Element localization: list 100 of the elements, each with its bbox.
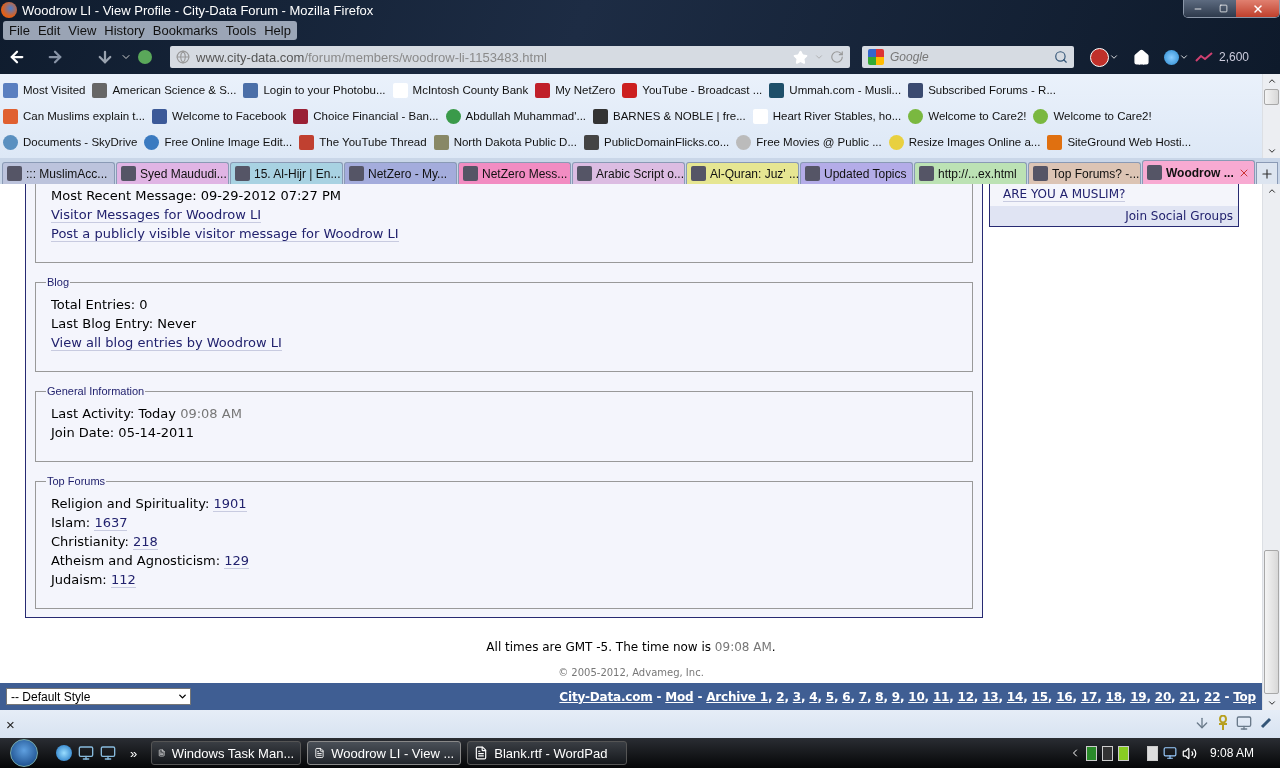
footer-link[interactable]: 19 xyxy=(1130,689,1147,704)
bookmark-item[interactable]: Subscribed Forums - R... xyxy=(908,82,1056,98)
browser-tab[interactable]: Woodrow ... xyxy=(1142,160,1255,184)
bookmark-item[interactable]: PublicDomainFlicks.co... xyxy=(584,134,730,150)
footer-link[interactable]: 16 xyxy=(1056,689,1073,704)
profile-link[interactable]: Visitor Messages for Woodrow LI xyxy=(51,207,262,223)
footer-link[interactable]: Archive 1 xyxy=(706,689,768,704)
minimize-button[interactable] xyxy=(1184,0,1211,17)
footer-link[interactable]: 6 xyxy=(842,689,851,704)
document-icon[interactable] xyxy=(474,746,489,760)
bookmark-star-icon[interactable] xyxy=(793,49,808,65)
tray-icon[interactable] xyxy=(1085,745,1097,761)
browser-tab[interactable]: Updated Topics xyxy=(800,162,913,184)
menu-item[interactable]: Help xyxy=(260,21,295,39)
browser-tab[interactable]: Al-Quran: Juz' ... xyxy=(686,162,799,184)
scroll-up-icon[interactable] xyxy=(1266,76,1277,86)
scrollbar[interactable] xyxy=(1262,74,1280,158)
post-count-link[interactable]: 1901 xyxy=(213,496,247,512)
back-icon[interactable] xyxy=(8,48,26,66)
bookmark-item[interactable]: Most Visited xyxy=(3,82,86,98)
browser-tab[interactable]: http://...ex.html xyxy=(914,162,1027,184)
footer-link[interactable]: 22 xyxy=(1204,689,1221,704)
tray-icon[interactable] xyxy=(1101,745,1113,761)
bookmark-item[interactable]: Welcome to Facebook xyxy=(152,108,287,124)
scroll-thumb[interactable] xyxy=(1264,550,1279,694)
footer-link[interactable]: 15 xyxy=(1031,689,1048,704)
search-field[interactable]: Google xyxy=(862,46,1074,68)
bookmark-item[interactable]: Heart River Stables, ho... xyxy=(752,108,902,124)
maximize-icon[interactable] xyxy=(1219,4,1228,13)
menu-item[interactable]: History xyxy=(100,21,149,39)
bookmark-item[interactable]: BARNES & NOBLE | fre... xyxy=(593,108,746,124)
post-count-link[interactable]: 129 xyxy=(224,553,250,569)
search-input[interactable]: Google xyxy=(888,49,1050,65)
volume-icon[interactable] xyxy=(1181,745,1197,761)
dropdown-caret-icon[interactable] xyxy=(177,691,188,702)
bookmark-item[interactable]: Welcome to Care2! xyxy=(1033,108,1152,124)
download-icon[interactable] xyxy=(1194,715,1210,731)
join-groups-link[interactable]: Join Social Groups xyxy=(990,206,1238,226)
footer-link[interactable]: 14 xyxy=(1006,689,1024,704)
group-link[interactable]: ARE YOU A MUSLIM? xyxy=(1003,187,1126,202)
document-icon[interactable] xyxy=(158,746,166,760)
bookmark-item[interactable]: SiteGround Web Hosti... xyxy=(1047,134,1192,150)
footer-link[interactable]: 21 xyxy=(1179,689,1196,704)
bookmark-item[interactable]: My NetZero xyxy=(535,82,616,98)
bookmark-item[interactable]: Welcome to Care2! xyxy=(908,108,1027,124)
browser-tab[interactable]: Top Forums? -... xyxy=(1028,162,1141,184)
footer-link[interactable]: Mod xyxy=(665,689,694,704)
profile-link[interactable]: Post a publicly visible visitor message for Woodrow LI xyxy=(51,226,399,242)
bookmark-item[interactable]: North Dakota Public D... xyxy=(433,134,577,150)
close-button[interactable] xyxy=(1236,0,1279,17)
battery-icon[interactable] xyxy=(1117,745,1129,761)
post-count-link[interactable]: 218 xyxy=(132,534,158,550)
footer-link[interactable]: 3 xyxy=(792,689,801,704)
forward-icon[interactable] xyxy=(46,48,64,66)
bookmark-item[interactable]: Free Movies @ Public ... xyxy=(736,134,882,150)
browser-tab[interactable]: Arabic Script o... xyxy=(572,162,685,184)
bookmark-item[interactable]: McIntosh County Bank xyxy=(392,82,529,98)
bookmark-item[interactable]: Login to your Photobu... xyxy=(243,82,386,98)
more-button[interactable]: » xyxy=(130,745,138,761)
browser-tab[interactable]: ::: MuslimAcc... xyxy=(2,162,115,184)
bookmark-item[interactable]: Ummah.com - Musli... xyxy=(769,82,902,98)
footer-link[interactable]: 10 xyxy=(908,689,925,704)
footer-link[interactable]: Top xyxy=(1233,689,1256,704)
taskbar-button[interactable]: Windows Task Man... xyxy=(151,741,302,765)
style-select[interactable]: -- Default Style xyxy=(6,688,191,705)
browser-tab[interactable]: 15. Al-Hijr | En... xyxy=(230,162,343,184)
bookmark-item[interactable]: Abdullah Muhammad'... xyxy=(445,108,587,124)
start-button[interactable] xyxy=(10,739,38,767)
profile-link[interactable]: View all blog entries by Woodrow LI xyxy=(51,335,282,351)
footer-link[interactable]: 20 xyxy=(1154,689,1172,704)
post-count-link[interactable]: 1637 xyxy=(94,515,128,531)
bookmark-item[interactable]: The YouTube Thread xyxy=(299,134,427,150)
bookmark-item[interactable]: YouTube - Broadcast ... xyxy=(622,82,763,98)
footer-link[interactable]: 2 xyxy=(776,689,785,704)
browser-tab[interactable]: NetZero Mess... xyxy=(458,162,571,184)
scroll-down-icon[interactable] xyxy=(1266,698,1277,708)
bookmark-item[interactable]: American Science & S... xyxy=(92,82,237,98)
chart-line-icon[interactable] xyxy=(1195,51,1213,63)
footer-link[interactable]: 13 xyxy=(982,689,999,704)
bookmark-item[interactable]: Free Online Image Edit... xyxy=(144,134,293,150)
footer-link[interactable]: 8 xyxy=(875,689,884,704)
footer-link[interactable]: 17 xyxy=(1080,689,1098,704)
home-icon[interactable] xyxy=(1133,48,1150,66)
post-count-link[interactable]: 112 xyxy=(110,572,136,588)
taskbar-button[interactable]: Blank.rtf - WordPad xyxy=(467,741,628,765)
footer-link[interactable]: 7 xyxy=(858,689,867,704)
download-arrow-icon[interactable] xyxy=(96,48,114,66)
scroll-down-icon[interactable] xyxy=(1266,146,1277,156)
maximize-button[interactable] xyxy=(1211,0,1236,17)
browser-tab[interactable]: Syed Maududi... xyxy=(116,162,229,184)
close-icon[interactable] xyxy=(1251,2,1264,15)
bookmark-item[interactable]: Documents - SkyDrive xyxy=(3,134,138,150)
menu-item[interactable]: File xyxy=(5,21,34,39)
footer-link[interactable]: 18 xyxy=(1105,689,1122,704)
search-icon[interactable] xyxy=(1054,50,1068,64)
menu-item[interactable]: Edit xyxy=(33,21,65,39)
taskbar-button[interactable]: Woodrow LI - View ... xyxy=(307,741,462,765)
scroll-up-icon[interactable] xyxy=(1266,186,1277,196)
scroll-thumb[interactable] xyxy=(1264,89,1279,105)
desktop-icon[interactable] xyxy=(78,745,94,761)
